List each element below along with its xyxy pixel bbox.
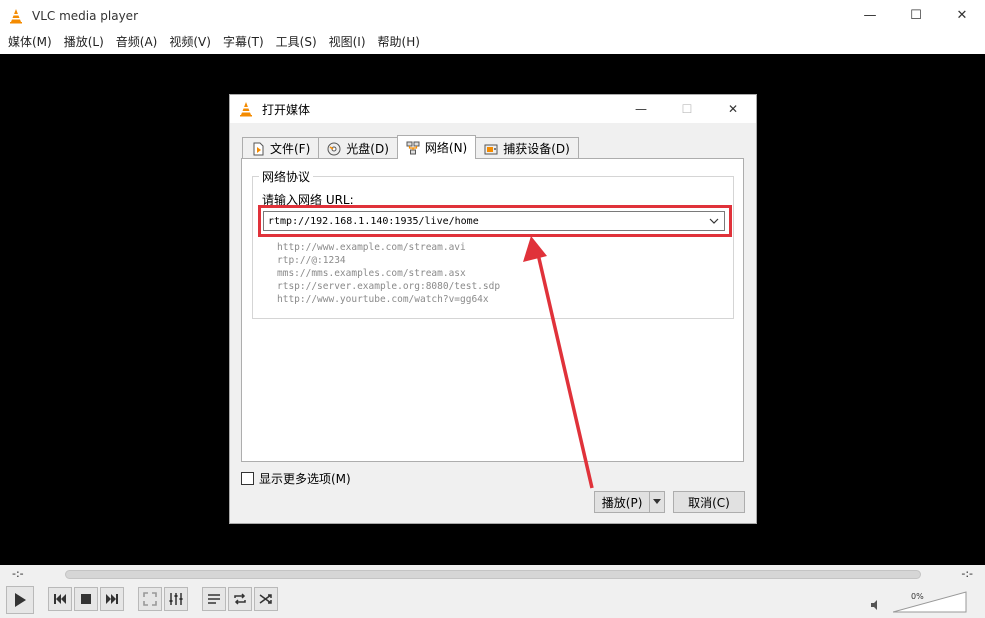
dialog-minimize-button[interactable]: —: [618, 95, 664, 123]
play-split-button: 播放(P): [594, 491, 665, 513]
loop-button[interactable]: [228, 587, 252, 611]
cancel-button[interactable]: 取消(C): [673, 491, 745, 513]
extended-settings-button[interactable]: [164, 587, 188, 611]
vlc-cone-icon: [10, 8, 22, 23]
play-button[interactable]: [6, 586, 34, 614]
stop-button[interactable]: [74, 587, 98, 611]
menu-video[interactable]: 视频(V): [163, 31, 217, 54]
seek-slider[interactable]: [65, 570, 921, 579]
dialog-titlebar: 打开媒体 — ☐ ✕: [230, 95, 756, 123]
elapsed-time: -:-: [12, 567, 24, 580]
tab-capture[interactable]: 捕获设备(D): [475, 137, 579, 159]
example-url: rtsp://server.example.org:8080/test.sdp: [277, 281, 501, 292]
play-icon: [15, 593, 26, 607]
menu-tools[interactable]: 工具(S): [270, 31, 323, 54]
dropdown-arrow-icon: [653, 499, 662, 504]
dialog-controls: — ☐ ✕: [618, 95, 756, 123]
menu-playback[interactable]: 播放(L): [58, 31, 110, 54]
play-dialog-button[interactable]: 播放(P): [595, 492, 651, 512]
tab-file[interactable]: 文件(F): [242, 137, 320, 159]
network-tab-panel: 网络协议 请输入网络 URL: rtmp://192.168.1.140:193…: [241, 158, 744, 462]
previous-button[interactable]: [48, 587, 72, 611]
capture-icon: [484, 144, 498, 154]
menu-audio[interactable]: 音频(A): [110, 31, 164, 54]
volume-level: 0%: [911, 592, 924, 601]
next-button[interactable]: [100, 587, 124, 611]
shuffle-icon: [259, 594, 272, 604]
close-button[interactable]: ✕: [939, 0, 985, 31]
remaining-time: -:-: [961, 567, 973, 580]
dialog-close-button[interactable]: ✕: [710, 95, 756, 123]
vlc-cone-icon: [240, 102, 252, 117]
menu-media[interactable]: 媒体(M): [2, 31, 58, 54]
network-url-combobox[interactable]: rtmp://192.168.1.140:1935/live/home: [263, 211, 725, 231]
tab-disc[interactable]: 光盘(D): [318, 137, 398, 159]
open-media-dialog: 打开媒体 — ☐ ✕ 文件(F) 光盘(D) 网络(N) 捕获设备(D) 网络协…: [229, 94, 757, 524]
menu-help[interactable]: 帮助(H): [372, 31, 426, 54]
tab-network-label: 网络(N): [424, 141, 468, 155]
example-url: mms://mms.examples.com/stream.asx: [277, 268, 466, 279]
example-url: http://www.yourtube.com/watch?v=gg64x: [277, 294, 489, 305]
example-url: rtp://@:1234: [277, 255, 346, 266]
disc-icon: [327, 142, 341, 155]
previous-icon: [54, 594, 66, 604]
menu-subtitle[interactable]: 字幕(T): [217, 31, 270, 54]
playlist-button[interactable]: [202, 587, 226, 611]
tab-file-label: 文件(F): [270, 142, 311, 156]
more-options-toggle[interactable]: 显示更多选项(M): [241, 470, 351, 487]
file-icon: [253, 142, 264, 155]
fullscreen-button[interactable]: [138, 587, 162, 611]
menu-bar: 媒体(M) 播放(L) 音频(A) 视频(V) 字幕(T) 工具(S) 视图(I…: [0, 31, 985, 54]
shuffle-button[interactable]: [254, 587, 278, 611]
menu-view[interactable]: 视图(I): [323, 31, 372, 54]
more-options-checkbox[interactable]: [241, 472, 254, 485]
tab-capture-label: 捕获设备(D): [503, 142, 570, 156]
stop-icon: [81, 594, 91, 604]
next-icon: [106, 594, 118, 604]
group-title: 网络协议: [259, 168, 314, 185]
tab-network[interactable]: 网络(N): [396, 135, 477, 159]
tab-disc-label: 光盘(D): [346, 142, 389, 156]
network-protocol-group: 网络协议 请输入网络 URL: rtmp://192.168.1.140:193…: [252, 168, 734, 319]
fullscreen-icon: [143, 592, 157, 606]
chevron-down-icon[interactable]: [708, 215, 720, 227]
main-titlebar: VLC media player — ☐ ✕: [0, 0, 985, 31]
speaker-icon[interactable]: [870, 599, 882, 611]
network-icon: [406, 141, 420, 154]
player-controls: -:- -:-: [0, 565, 985, 618]
window-title: VLC media player: [32, 8, 139, 23]
more-options-label: 显示更多选项(M): [259, 472, 351, 486]
window-controls: — ☐ ✕: [847, 0, 985, 31]
equalizer-icon: [169, 593, 183, 605]
play-dropdown-button[interactable]: [650, 492, 664, 512]
url-value: rtmp://192.168.1.140:1935/live/home: [268, 215, 479, 227]
playlist-icon: [208, 594, 220, 604]
dialog-tabs: 文件(F) 光盘(D) 网络(N) 捕获设备(D): [242, 135, 579, 159]
loop-icon: [234, 593, 246, 605]
maximize-button[interactable]: ☐: [893, 0, 939, 31]
dialog-title: 打开媒体: [262, 102, 311, 117]
minimize-button[interactable]: —: [847, 0, 893, 31]
url-examples: http://www.example.com/stream.avi rtp://…: [277, 241, 500, 306]
dialog-maximize-button: ☐: [681, 102, 693, 116]
example-url: http://www.example.com/stream.avi: [277, 242, 466, 253]
volume-slider[interactable]: [893, 590, 967, 614]
